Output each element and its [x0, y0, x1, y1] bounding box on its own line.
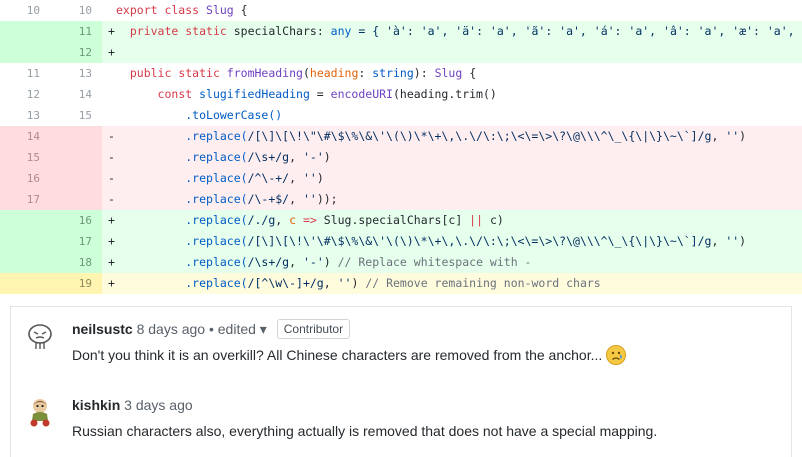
- code-line: .replace(/\s+/g, '-') // Replace whitesp…: [185, 255, 532, 269]
- code-line: const slugifiedHeading = encodeURI(headi…: [157, 87, 497, 101]
- old-line-number[interactable]: 16: [10, 168, 40, 189]
- new-line-number[interactable]: 15: [62, 105, 92, 126]
- new-line-number[interactable]: 11: [62, 21, 92, 42]
- code-line: export class Slug {: [116, 3, 248, 17]
- old-line-number[interactable]: 12: [10, 84, 40, 105]
- diff-line-deleted: 15 - .replace(/\s+/g, '-'): [0, 147, 802, 168]
- diff-line-deleted: 16 - .replace(/^\-+/, ''): [0, 168, 802, 189]
- code-line: .replace(/^\-+/, ''): [185, 171, 324, 185]
- diff-line-selected: 19 + .replace(/[^\w\-]+/g, '') // Remove…: [0, 273, 802, 294]
- old-line-number[interactable]: 11: [10, 63, 40, 84]
- comment-author[interactable]: neilsustc: [72, 321, 133, 337]
- diff-line-added: 16 + .replace(/./g, c => Slug.specialCha…: [0, 210, 802, 231]
- avatar-kishkin[interactable]: [25, 397, 55, 427]
- comment-body: Don't you think it is an overkill? All C…: [72, 345, 627, 365]
- comment-author[interactable]: kishkin: [72, 397, 120, 413]
- old-line-number[interactable]: 13: [10, 105, 40, 126]
- code-line: .replace(/./g, c => Slug.specialChars[c]…: [185, 213, 504, 227]
- diff-line-added: 18 + .replace(/\s+/g, '-') // Replace wh…: [0, 252, 802, 273]
- code-line: .replace(/[\]\[\!\'\#\$\%\&\'\(\)\*\+\,\…: [185, 234, 747, 248]
- new-line-number[interactable]: 19: [62, 273, 92, 294]
- code-line: .toLowerCase(): [185, 108, 283, 122]
- comment-timestamp[interactable]: 3 days ago: [124, 397, 193, 413]
- diff-line-deleted: 17 - .replace(/\-+$/, ''));: [0, 189, 802, 210]
- old-line-number[interactable]: 14: [10, 126, 40, 147]
- code-line: .replace(/\-+$/, ''));: [185, 192, 338, 206]
- comment-timestamp[interactable]: 8 days ago: [137, 321, 206, 337]
- diff-line-added: 17 + .replace(/[\]\[\!\'\#\$\%\&\'\(\)\*…: [0, 231, 802, 252]
- comment-body: Russian characters also, everything actu…: [72, 423, 658, 439]
- new-line-number[interactable]: 18: [62, 252, 92, 273]
- diff-marker: +: [108, 45, 115, 59]
- diff-line: 11 13 public static fromHeading(heading:…: [0, 63, 802, 84]
- edited-dropdown[interactable]: • edited ▾: [209, 321, 267, 337]
- old-line-number[interactable]: 10: [10, 0, 40, 21]
- new-line-number[interactable]: 14: [62, 84, 92, 105]
- diff-line: 12 14 const slugifiedHeading = encodeURI…: [0, 84, 802, 105]
- code-line: .replace(/[\]\[\!\"\#\$\%\&\'\(\)\*\+\,\…: [185, 129, 747, 143]
- diff-view: 10 10 export class Slug { 11 + private s…: [0, 0, 802, 294]
- code-line: .replace(/\s+/g, '-'): [185, 150, 331, 164]
- new-line-number[interactable]: 13: [62, 63, 92, 84]
- avatar-neilsustc[interactable]: [25, 321, 55, 351]
- disappointed-face-icon: [606, 345, 627, 365]
- diff-line-added: 11 + private static specialChars: any = …: [0, 21, 802, 42]
- new-line-number[interactable]: 12: [62, 42, 92, 63]
- comment-header: neilsustc 8 days ago • edited ▾ Contribu…: [72, 319, 351, 339]
- code-line: private static specialChars: any = { 'à'…: [129, 24, 802, 38]
- old-line-number[interactable]: 15: [10, 147, 40, 168]
- new-line-number[interactable]: 16: [62, 210, 92, 231]
- comment-header: kishkin 3 days ago: [72, 397, 193, 413]
- new-line-number[interactable]: 10: [62, 0, 92, 21]
- diff-line: 13 15 .toLowerCase(): [0, 105, 802, 126]
- review-comments-thread: neilsustc 8 days ago • edited ▾ Contribu…: [10, 306, 792, 457]
- diff-line-deleted: 14 - .replace(/[\]\[\!\"\#\$\%\&\'\(\)\*…: [0, 126, 802, 147]
- old-line-number[interactable]: 17: [10, 189, 40, 210]
- new-line-number[interactable]: 17: [62, 231, 92, 252]
- diff-line-added: 12 +: [0, 42, 802, 63]
- contributor-badge: Contributor: [276, 319, 351, 339]
- code-line: .replace(/[^\w\-]+/g, '') // Remove rema…: [185, 276, 601, 290]
- diff-line: 10 10 export class Slug {: [0, 0, 802, 21]
- code-line: public static fromHeading(heading: strin…: [129, 66, 477, 80]
